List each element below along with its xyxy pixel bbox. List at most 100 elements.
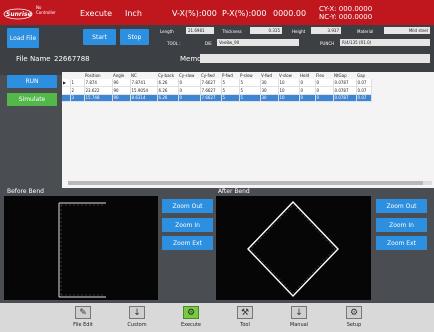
nav-label: Setup (346, 322, 362, 328)
table-cell[interactable]: 0.0787 (333, 86, 357, 95)
before-bend-view[interactable] (4, 196, 158, 300)
simulate-button[interactable]: Simulate (7, 93, 57, 106)
material-field[interactable]: Mild steel (384, 27, 430, 34)
table-cell[interactable]: 0 (178, 79, 201, 87)
start-button[interactable]: Start (83, 29, 116, 45)
file-edit-icon[interactable]: ✎ (75, 306, 91, 319)
table-cell[interactable]: 5 (221, 79, 240, 87)
table-cell[interactable]: 6.26 (157, 94, 179, 102)
table-cell[interactable]: 6.26 (157, 79, 179, 87)
table-cell[interactable]: 10 (278, 79, 300, 87)
table-cell[interactable]: 10 (278, 86, 300, 95)
time-readout: 0000.00 (273, 9, 307, 18)
stop-button[interactable]: Stop (120, 29, 149, 45)
table-cell[interactable]: 5 (239, 94, 261, 102)
table-cell[interactable]: 3 (70, 94, 85, 102)
column-header: Hold (300, 73, 310, 78)
tool-icon[interactable]: ⚒ (237, 306, 253, 319)
before-zoom-out-button[interactable]: Zoom Out (162, 199, 213, 213)
table-cell[interactable]: 7.6627 (200, 79, 222, 87)
thickness-field[interactable]: 0.315 (250, 27, 282, 34)
table-cell[interactable]: 2 (70, 86, 85, 95)
table-cell[interactable]: 0 (299, 79, 316, 87)
table-cell[interactable]: 30 (260, 79, 279, 87)
custom-icon[interactable]: ↓ (129, 306, 145, 319)
column-header (62, 72, 70, 79)
table-cell[interactable]: 15.9054 (130, 86, 158, 95)
table-cell[interactable]: 7.6627 (200, 94, 222, 102)
after-bend-view[interactable] (216, 196, 371, 300)
table-cell[interactable]: 0.07 (356, 94, 372, 102)
after-zoom-in-button[interactable]: Zoom In (376, 218, 427, 232)
table-cell[interactable]: 0.0787 (333, 79, 357, 87)
memo-field[interactable] (200, 54, 430, 63)
run-panel: RUN Simulate (0, 75, 62, 185)
table-cell[interactable]: 7.8741 (130, 79, 158, 87)
table-cell[interactable]: 7.874 (84, 79, 113, 87)
nav-manual[interactable]: ↓ Manual (279, 303, 319, 332)
table-cell[interactable]: 90 (112, 94, 131, 102)
horizontal-scrollbar[interactable] (68, 181, 432, 185)
table-cell[interactable]: 5 (221, 86, 240, 95)
execute-icon[interactable]: ⚙ (183, 306, 199, 319)
before-zoom-in-button[interactable]: Zoom In (162, 218, 213, 232)
table-cell[interactable]: 6.26 (157, 86, 179, 95)
after-zoom-ext-button[interactable]: Zoom Ext (376, 236, 427, 250)
table-cell[interactable]: 30 (260, 86, 279, 95)
nav-file-edit[interactable]: ✎ File Edit (63, 303, 103, 332)
height-field[interactable]: 3.937 (311, 27, 341, 34)
table-cell[interactable]: 30 (260, 94, 279, 102)
column-header: Cy-fwd (201, 73, 215, 78)
table-cell[interactable] (62, 86, 71, 95)
nav-custom[interactable]: ↓ Custom (117, 303, 157, 332)
table-cell[interactable]: 15.748 (84, 94, 113, 102)
manual-icon[interactable]: ↓ (291, 306, 307, 319)
die-field[interactable]: Vee8w_90 (217, 39, 299, 46)
table-cell[interactable]: 0 (178, 94, 201, 102)
table-cell[interactable]: 90 (112, 79, 131, 87)
table-cell[interactable]: 0 (315, 94, 334, 102)
nav-execute[interactable]: ⚙ Execute (171, 303, 211, 332)
length-field[interactable]: 21.6981 (186, 27, 214, 34)
before-zoom-ext-button[interactable]: Zoom Ext (162, 236, 213, 250)
table-cell[interactable]: 5 (239, 86, 261, 95)
table-cell[interactable]: 90 (112, 86, 131, 95)
setup-icon[interactable]: ⚙ (346, 306, 362, 319)
punch-field[interactable]: R/4/135 (R1.0) (340, 39, 430, 46)
nav-setup[interactable]: ⚙ Setup (334, 303, 374, 332)
table-cell[interactable]: 8.6314 (130, 94, 158, 102)
column-header: V-fwd (261, 73, 273, 78)
table-cell[interactable]: 5 (239, 79, 261, 87)
table-cell[interactable]: 0 (299, 86, 316, 95)
table-cell[interactable]: 0 (299, 94, 316, 102)
run-button[interactable]: RUN (7, 75, 57, 88)
table-cell[interactable]: 0 (315, 86, 334, 95)
table-row[interactable]: 2 23.622 90 15.9054 6.26 0 7.6627 5 5 30 10 0 0 0.078… (62, 86, 372, 95)
table-cell[interactable] (62, 94, 71, 102)
table-cell[interactable]: 10 (278, 94, 300, 102)
table-cell[interactable]: ▶ (62, 79, 71, 87)
tool-label: TOOL : (167, 41, 181, 46)
unit-label: Inch (125, 9, 142, 18)
table-cell[interactable]: 23.622 (84, 86, 113, 95)
table-row[interactable]: 3 15.748 90 8.6314 6.26 0 7.6627 5 5 30 10 0 0 0.0787… (62, 94, 372, 102)
column-header: NC (131, 73, 137, 78)
table-cell[interactable]: 0.07 (356, 86, 372, 95)
table-cell[interactable]: 1 (70, 79, 85, 87)
table-cell[interactable]: 0 (178, 86, 201, 95)
nav-label: Execute (181, 322, 201, 328)
after-zoom-out-button[interactable]: Zoom Out (376, 199, 427, 213)
table-cell[interactable]: 7.6627 (200, 86, 222, 95)
table-cell[interactable]: 0 (315, 79, 334, 87)
scrollbar-thumb[interactable] (68, 181, 423, 185)
table-cell[interactable]: 0.07 (356, 79, 372, 87)
column-header: NtGap (334, 73, 347, 78)
nav-tool[interactable]: ⚒ Tool (225, 303, 265, 332)
table-cell[interactable]: 0.0787 (333, 94, 357, 102)
column-header: Angle (113, 73, 125, 78)
load-file-button[interactable]: Load File (7, 28, 39, 48)
ncy-readout: NC-Y: 000.0000 (319, 13, 373, 21)
control-panel: Load File Start Stop Length 21.6981 Thic… (0, 25, 434, 75)
table-row[interactable]: ▶ 1 7.874 90 7.8741 6.26 0 7.6627 5 5 30 10 0 0 0.0787… (62, 79, 372, 87)
table-cell[interactable]: 5 (221, 94, 240, 102)
